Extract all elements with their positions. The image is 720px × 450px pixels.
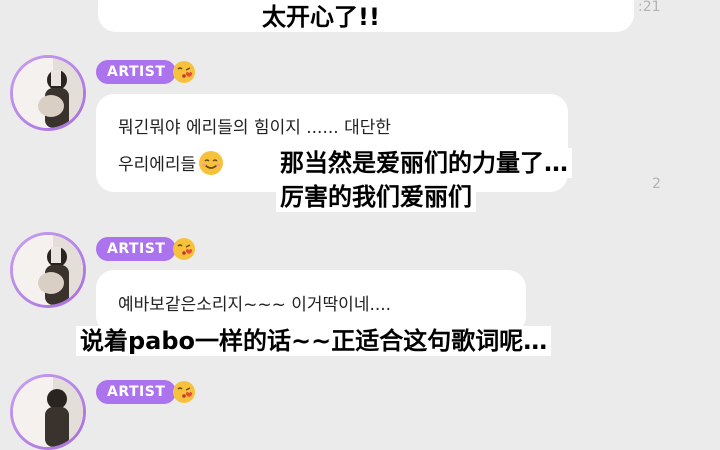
kissing-face-emoji-icon xyxy=(173,238,195,260)
message-subtitle-0: 太开心了!! xyxy=(258,2,384,32)
artist-badge: ARTIST xyxy=(96,237,177,261)
message-subtitle-1-line2: 厉害的我们爱丽们 xyxy=(276,182,476,212)
message-text-1-line1: 뭐긴뭐야 에리들의 힘이지 ...... 대단한 xyxy=(118,118,391,138)
avatar[interactable] xyxy=(10,374,86,450)
message-timestamp-0: :21 xyxy=(638,0,661,15)
avatar[interactable] xyxy=(10,55,86,131)
kissing-face-emoji-icon xyxy=(173,61,195,83)
message-timestamp-1: 2 xyxy=(652,176,661,192)
artist-badge: ARTIST xyxy=(96,60,177,84)
message-text-2-line1: 예바보같은소리지~~~ 이거딱이네.... xyxy=(118,295,392,315)
message-subtitle-2: 说着pabo一样的话~~正适合这句歌词呢… xyxy=(76,326,552,356)
smiling-face-emoji-icon xyxy=(199,151,224,175)
kissing-face-emoji-icon xyxy=(173,381,195,403)
avatar[interactable] xyxy=(10,232,86,308)
message-subtitle-1-line1: 那当然是爱丽们的力量了… xyxy=(276,148,572,178)
artist-badge: ARTIST xyxy=(96,380,177,404)
message-text-1-line2: 우리에리들 xyxy=(118,148,224,182)
